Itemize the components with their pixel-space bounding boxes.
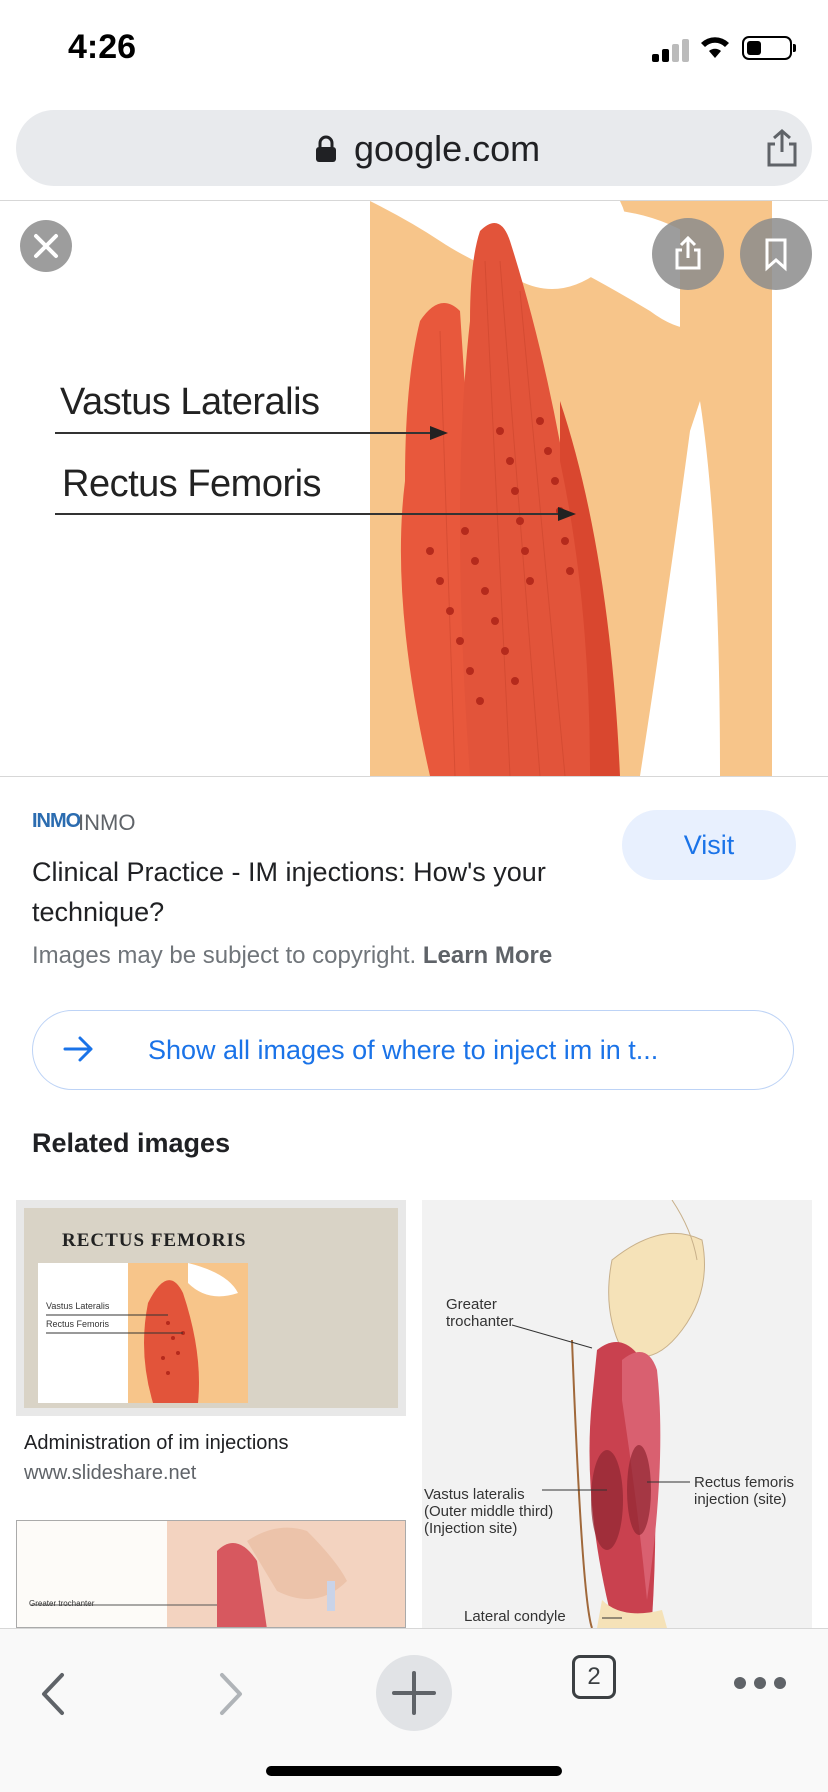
related-image-3-label-condyle: Lateral condyle [464, 1608, 566, 1625]
back-icon[interactable] [36, 1671, 70, 1717]
related-image-3-photo [511, 1200, 705, 1628]
related-image-3-label-vastus: Vastus lateralis (Outer middle third) (I… [424, 1486, 554, 1537]
share-image-button[interactable] [652, 218, 724, 290]
forward-icon[interactable] [214, 1671, 248, 1717]
copyright-text: Images may be subject to copyright. [32, 942, 417, 969]
close-button[interactable] [20, 220, 72, 272]
bookmark-icon [765, 238, 787, 272]
related-image-1-label-1: Vastus Lateralis [46, 1301, 110, 1311]
related-image-1-photo: Vastus Lateralis Rectus Femoris [38, 1263, 248, 1403]
new-tab-button[interactable] [376, 1655, 452, 1731]
source-name: INMO [78, 810, 136, 835]
learn-more-link[interactable]: Learn More [423, 942, 552, 969]
related-image-3[interactable]: Greater trochanter Vastus lateralis (Out… [422, 1200, 812, 1628]
bookmark-button[interactable] [740, 218, 812, 290]
address-bar[interactable]: google.com [16, 110, 812, 186]
related-image-2-label: Greater trochanter [29, 1599, 95, 1608]
related-image-1-heading: RECTUS FEMORIS [62, 1230, 247, 1251]
status-bar: 4:26 [0, 0, 828, 100]
status-time: 4:26 [68, 28, 137, 66]
hero-label-rectus: Rectus Femoris [62, 463, 322, 505]
lock-icon [316, 135, 336, 162]
more-icon[interactable] [732, 1673, 788, 1693]
related-image-1-label-2: Rectus Femoris [46, 1319, 110, 1329]
arrow-right-icon [63, 1036, 93, 1062]
source-logo: INMO [32, 810, 81, 832]
share-icon [675, 235, 701, 270]
related-image-1-title[interactable]: Administration of im injections [24, 1432, 289, 1455]
hero-label-vastus: Vastus Lateralis [60, 381, 320, 423]
divider [0, 776, 828, 777]
copyright-notice: Images may be subject to copyright. Lear… [32, 942, 552, 970]
tabs-icon[interactable]: 2 [572, 1655, 616, 1699]
url-host: google.com [354, 128, 541, 169]
show-all-images-button[interactable]: Show all images of where to inject im in… [32, 1010, 794, 1090]
battery-icon [742, 36, 796, 60]
related-image-3-label-rectus: Rectus femoris injection (site) [694, 1474, 795, 1508]
image-title[interactable]: Clinical Practice - IM injections: How's… [32, 852, 592, 932]
show-all-label: Show all images of where to inject im in… [148, 1035, 659, 1065]
related-image-1[interactable]: RECTUS FEMORIS Vastus Lateralis Rectus F… [16, 1200, 406, 1416]
wifi-icon [701, 37, 729, 58]
related-image-1-frame: RECTUS FEMORIS Vastus Lateralis Rectus F… [24, 1208, 398, 1408]
related-image-3-label-greater: Greater trochanter [446, 1296, 514, 1330]
close-icon [34, 234, 58, 258]
related-images-heading: Related images [32, 1128, 231, 1158]
plus-icon [392, 1671, 436, 1715]
share-icon[interactable] [764, 128, 800, 168]
related-image-2[interactable]: Greater trochanter [16, 1520, 406, 1628]
home-indicator[interactable] [266, 1766, 562, 1776]
visit-button[interactable]: Visit [622, 810, 796, 880]
related-image-2-photo [17, 1521, 405, 1627]
related-image-1-site: www.slideshare.net [24, 1462, 197, 1484]
cellular-signal-icon [652, 38, 692, 62]
